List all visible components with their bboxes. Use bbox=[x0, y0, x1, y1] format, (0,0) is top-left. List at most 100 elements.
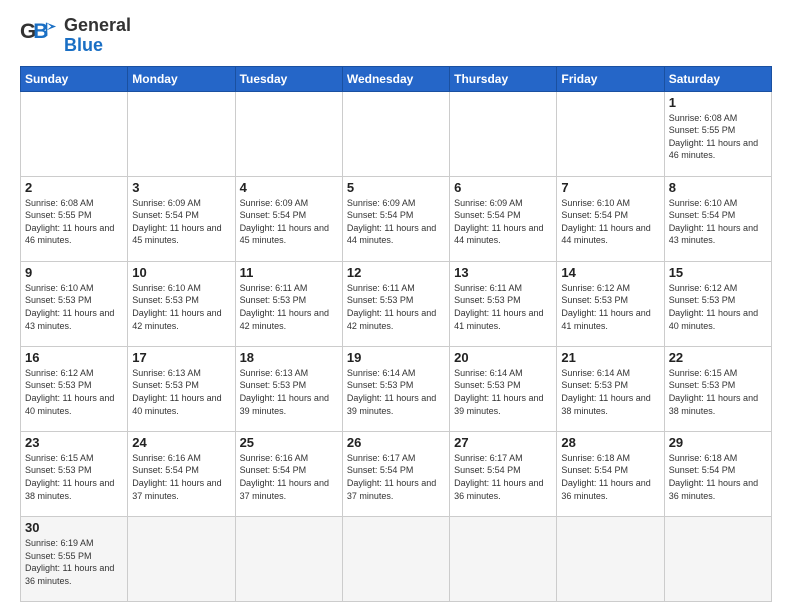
calendar-cell bbox=[342, 91, 449, 176]
calendar-cell bbox=[450, 91, 557, 176]
logo-blue: Blue bbox=[64, 35, 103, 55]
calendar-week-row: 2Sunrise: 6:08 AM Sunset: 5:55 PM Daylig… bbox=[21, 176, 772, 261]
page: G B GeneralBlue SundayMondayTuesdayWedne… bbox=[0, 0, 792, 612]
calendar-table: SundayMondayTuesdayWednesdayThursdayFrid… bbox=[20, 66, 772, 602]
cell-info: Sunrise: 6:14 AM Sunset: 5:53 PM Dayligh… bbox=[561, 367, 659, 417]
cell-info: Sunrise: 6:09 AM Sunset: 5:54 PM Dayligh… bbox=[347, 197, 445, 247]
day-number: 11 bbox=[240, 265, 338, 280]
cell-info: Sunrise: 6:16 AM Sunset: 5:54 PM Dayligh… bbox=[132, 452, 230, 502]
calendar-cell: 28 Sunrise: 6:18 AM Sunset: 5:54 PM Dayli… bbox=[557, 431, 664, 516]
day-number: 18 bbox=[240, 350, 338, 365]
calendar-cell: 9 Sunrise: 6:10 AM Sunset: 5:53 PM Daylig… bbox=[21, 261, 128, 346]
cell-info: Sunrise: 6:11 AM Sunset: 5:53 PM Dayligh… bbox=[454, 282, 552, 332]
cell-info: Sunrise: 6:10 AM Sunset: 5:54 PM Dayligh… bbox=[561, 197, 659, 247]
cell-info: Sunrise: 6:12 AM Sunset: 5:53 PM Dayligh… bbox=[669, 282, 767, 332]
weekday-header-thursday: Thursday bbox=[450, 66, 557, 91]
calendar-cell: 15 Sunrise: 6:12 AM Sunset: 5:53 PM Dayli… bbox=[664, 261, 771, 346]
calendar-cell bbox=[128, 516, 235, 601]
day-number: 23 bbox=[25, 435, 123, 450]
day-number: 8 bbox=[669, 180, 767, 195]
calendar-cell: 26 Sunrise: 6:17 AM Sunset: 5:54 PM Dayli… bbox=[342, 431, 449, 516]
day-number: 27 bbox=[454, 435, 552, 450]
cell-info: Sunrise: 6:15 AM Sunset: 5:53 PM Dayligh… bbox=[669, 367, 767, 417]
calendar-week-row: 23 Sunrise: 6:15 AM Sunset: 5:53 PM Dayli… bbox=[21, 431, 772, 516]
calendar-cell: 5 Sunrise: 6:09 AM Sunset: 5:54 PM Daylig… bbox=[342, 176, 449, 261]
cell-info: Sunrise: 6:10 AM Sunset: 5:53 PM Dayligh… bbox=[132, 282, 230, 332]
calendar-cell: 30Sunrise: 6:19 AM Sunset: 5:55 PM Dayli… bbox=[21, 516, 128, 601]
cell-info: Sunrise: 6:12 AM Sunset: 5:53 PM Dayligh… bbox=[25, 367, 123, 417]
calendar-cell: 14Sunrise: 6:12 AM Sunset: 5:53 PM Dayli… bbox=[557, 261, 664, 346]
logo: G B GeneralBlue bbox=[20, 16, 131, 56]
calendar-cell: 7 Sunrise: 6:10 AM Sunset: 5:54 PM Daylig… bbox=[557, 176, 664, 261]
calendar-cell: 18 Sunrise: 6:13 AM Sunset: 5:53 PM Dayli… bbox=[235, 346, 342, 431]
calendar-week-row: 30Sunrise: 6:19 AM Sunset: 5:55 PM Dayli… bbox=[21, 516, 772, 601]
cell-info: Sunrise: 6:17 AM Sunset: 5:54 PM Dayligh… bbox=[347, 452, 445, 502]
day-number: 26 bbox=[347, 435, 445, 450]
calendar-cell bbox=[664, 516, 771, 601]
calendar-cell: 2Sunrise: 6:08 AM Sunset: 5:55 PM Daylig… bbox=[21, 176, 128, 261]
calendar-week-row: 1 Sunrise: 6:08 AM Sunset: 5:55 PM Daylig… bbox=[21, 91, 772, 176]
calendar-cell: 16 Sunrise: 6:12 AM Sunset: 5:53 PM Dayli… bbox=[21, 346, 128, 431]
weekday-header-monday: Monday bbox=[128, 66, 235, 91]
calendar-cell: 8 Sunrise: 6:10 AM Sunset: 5:54 PM Daylig… bbox=[664, 176, 771, 261]
calendar-cell bbox=[235, 516, 342, 601]
cell-info: Sunrise: 6:17 AM Sunset: 5:54 PM Dayligh… bbox=[454, 452, 552, 502]
cell-info: Sunrise: 6:09 AM Sunset: 5:54 PM Dayligh… bbox=[132, 197, 230, 247]
cell-info: Sunrise: 6:13 AM Sunset: 5:53 PM Dayligh… bbox=[240, 367, 338, 417]
calendar-cell: 13Sunrise: 6:11 AM Sunset: 5:53 PM Dayli… bbox=[450, 261, 557, 346]
calendar-cell: 4Sunrise: 6:09 AM Sunset: 5:54 PM Daylig… bbox=[235, 176, 342, 261]
calendar-cell: 22 Sunrise: 6:15 AM Sunset: 5:53 PM Dayli… bbox=[664, 346, 771, 431]
calendar-cell: 29Sunrise: 6:18 AM Sunset: 5:54 PM Dayli… bbox=[664, 431, 771, 516]
weekday-header-friday: Friday bbox=[557, 66, 664, 91]
day-number: 28 bbox=[561, 435, 659, 450]
calendar-week-row: 9 Sunrise: 6:10 AM Sunset: 5:53 PM Daylig… bbox=[21, 261, 772, 346]
day-number: 22 bbox=[669, 350, 767, 365]
cell-info: Sunrise: 6:14 AM Sunset: 5:53 PM Dayligh… bbox=[454, 367, 552, 417]
day-number: 9 bbox=[25, 265, 123, 280]
cell-info: Sunrise: 6:11 AM Sunset: 5:53 PM Dayligh… bbox=[240, 282, 338, 332]
calendar-cell: 6Sunrise: 6:09 AM Sunset: 5:54 PM Daylig… bbox=[450, 176, 557, 261]
logo-text: GeneralBlue bbox=[64, 16, 131, 56]
cell-info: Sunrise: 6:09 AM Sunset: 5:54 PM Dayligh… bbox=[240, 197, 338, 247]
calendar-cell bbox=[557, 91, 664, 176]
calendar-cell: 1 Sunrise: 6:08 AM Sunset: 5:55 PM Daylig… bbox=[664, 91, 771, 176]
day-number: 1 bbox=[669, 95, 767, 110]
day-number: 14 bbox=[561, 265, 659, 280]
weekday-header-sunday: Sunday bbox=[21, 66, 128, 91]
cell-info: Sunrise: 6:18 AM Sunset: 5:54 PM Dayligh… bbox=[561, 452, 659, 502]
calendar-cell: 27 Sunrise: 6:17 AM Sunset: 5:54 PM Dayli… bbox=[450, 431, 557, 516]
cell-info: Sunrise: 6:10 AM Sunset: 5:54 PM Dayligh… bbox=[669, 197, 767, 247]
cell-info: Sunrise: 6:18 AM Sunset: 5:54 PM Dayligh… bbox=[669, 452, 767, 502]
calendar-cell bbox=[450, 516, 557, 601]
logo-icon: G B bbox=[20, 17, 58, 55]
calendar-cell bbox=[128, 91, 235, 176]
calendar-cell bbox=[21, 91, 128, 176]
weekday-header-tuesday: Tuesday bbox=[235, 66, 342, 91]
day-number: 7 bbox=[561, 180, 659, 195]
cell-info: Sunrise: 6:10 AM Sunset: 5:53 PM Dayligh… bbox=[25, 282, 123, 332]
day-number: 10 bbox=[132, 265, 230, 280]
cell-info: Sunrise: 6:16 AM Sunset: 5:54 PM Dayligh… bbox=[240, 452, 338, 502]
cell-info: Sunrise: 6:08 AM Sunset: 5:55 PM Dayligh… bbox=[669, 112, 767, 162]
logo-general: General bbox=[64, 15, 131, 35]
day-number: 15 bbox=[669, 265, 767, 280]
weekday-header-row: SundayMondayTuesdayWednesdayThursdayFrid… bbox=[21, 66, 772, 91]
calendar-cell: 17Sunrise: 6:13 AM Sunset: 5:53 PM Dayli… bbox=[128, 346, 235, 431]
day-number: 30 bbox=[25, 520, 123, 535]
cell-info: Sunrise: 6:14 AM Sunset: 5:53 PM Dayligh… bbox=[347, 367, 445, 417]
cell-info: Sunrise: 6:13 AM Sunset: 5:53 PM Dayligh… bbox=[132, 367, 230, 417]
header: G B GeneralBlue bbox=[20, 16, 772, 56]
day-number: 5 bbox=[347, 180, 445, 195]
calendar-cell: 19 Sunrise: 6:14 AM Sunset: 5:53 PM Dayli… bbox=[342, 346, 449, 431]
day-number: 12 bbox=[347, 265, 445, 280]
calendar-cell bbox=[342, 516, 449, 601]
calendar-cell: 10 Sunrise: 6:10 AM Sunset: 5:53 PM Dayli… bbox=[128, 261, 235, 346]
cell-info: Sunrise: 6:15 AM Sunset: 5:53 PM Dayligh… bbox=[25, 452, 123, 502]
day-number: 3 bbox=[132, 180, 230, 195]
day-number: 25 bbox=[240, 435, 338, 450]
day-number: 19 bbox=[347, 350, 445, 365]
calendar-cell: 11 Sunrise: 6:11 AM Sunset: 5:53 PM Dayli… bbox=[235, 261, 342, 346]
day-number: 6 bbox=[454, 180, 552, 195]
calendar-cell: 24Sunrise: 6:16 AM Sunset: 5:54 PM Dayli… bbox=[128, 431, 235, 516]
day-number: 16 bbox=[25, 350, 123, 365]
